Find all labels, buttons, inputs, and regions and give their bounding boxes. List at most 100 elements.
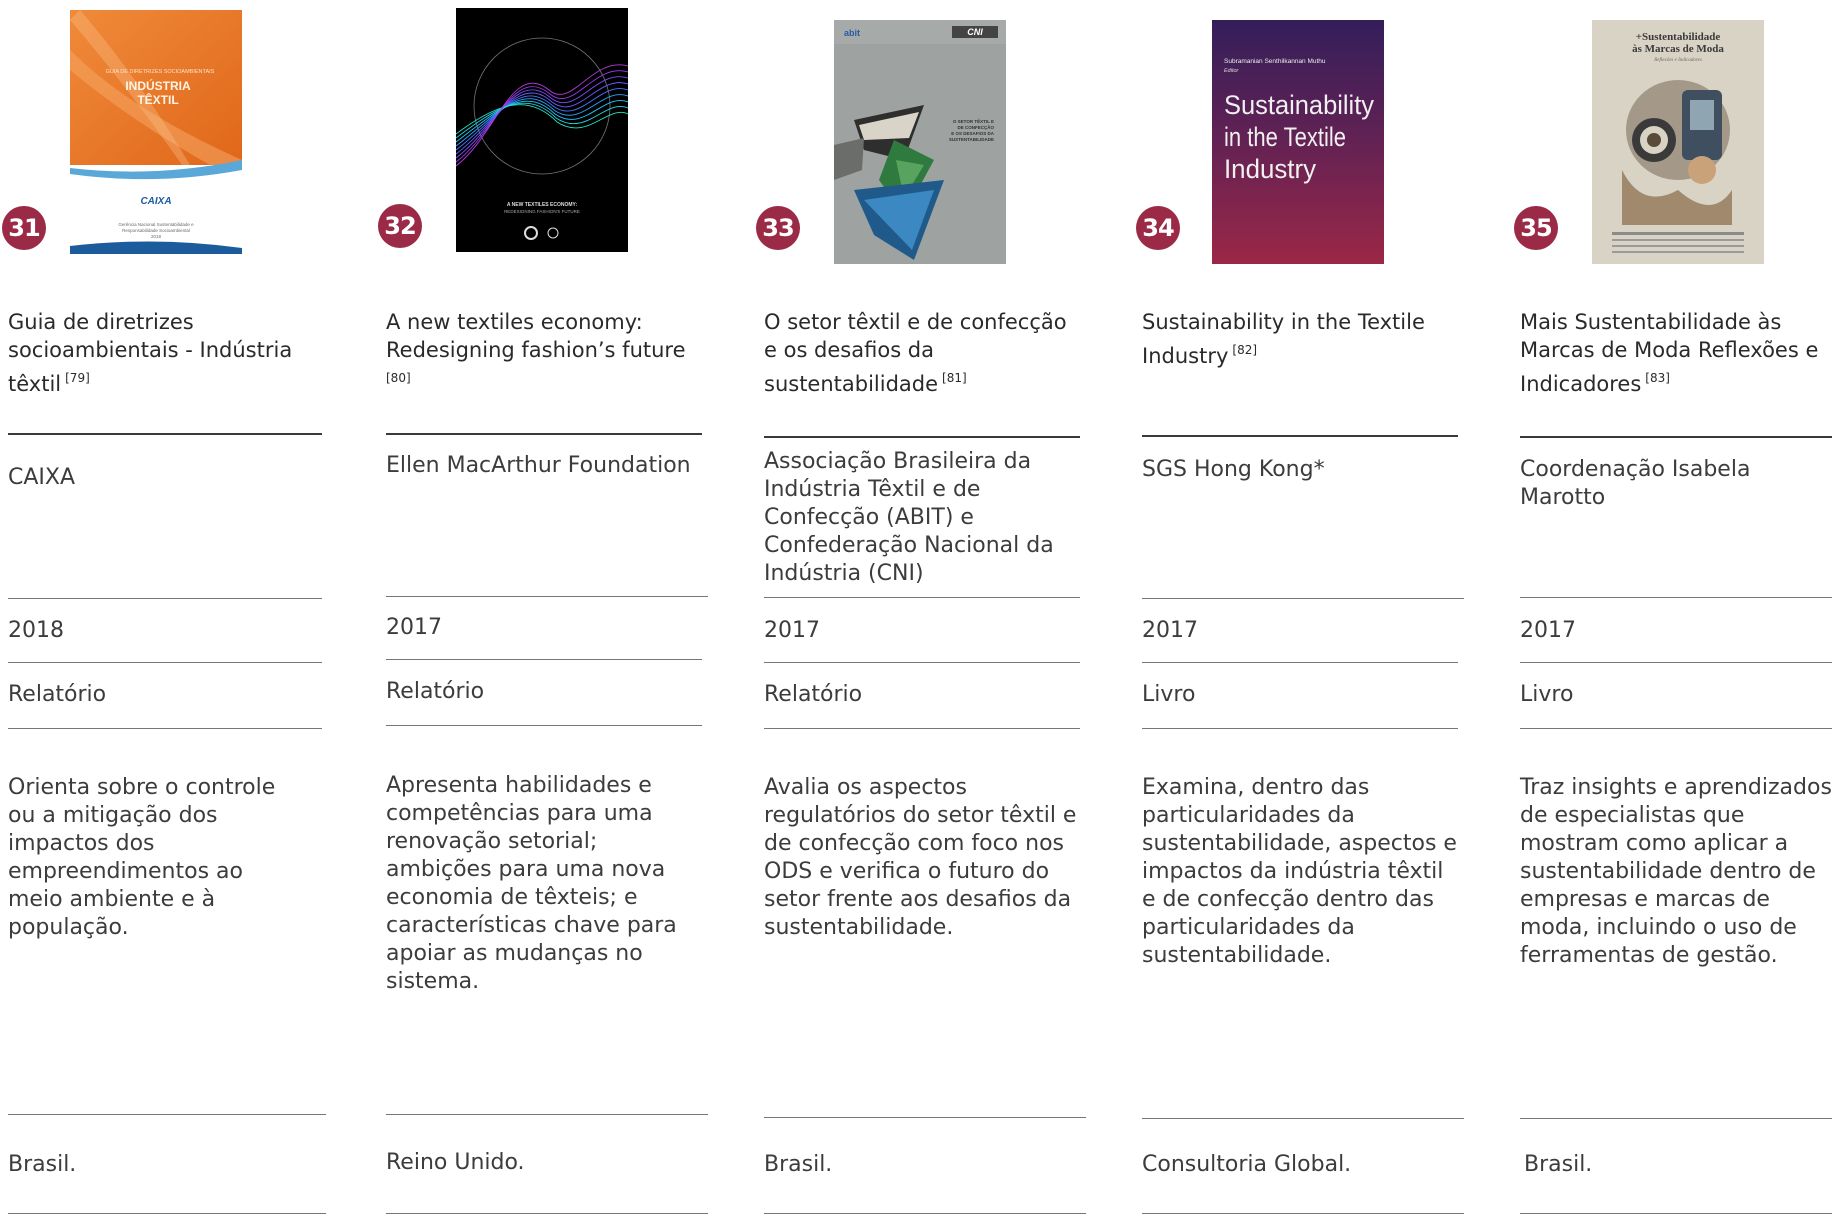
svg-text:TÊXTIL: TÊXTIL	[137, 92, 178, 107]
author: CAIXA	[8, 465, 76, 490]
book-cover-34: Subramanian Senthilkannan Muthu Editor S…	[1212, 20, 1384, 264]
svg-text:Industry: Industry	[1224, 154, 1316, 184]
divider	[764, 1213, 1086, 1214]
svg-text:O SETOR TÊXTIL E: O SETOR TÊXTIL E	[953, 117, 994, 124]
publication-title: Sustainability in the Textile Industry [8…	[1142, 308, 1452, 370]
divider	[764, 436, 1080, 438]
description: Orienta sobre o controle ou a mitigação …	[8, 775, 276, 940]
book-cover-32: A NEW TEXTILES ECONOMY: REDESIGNING FASH…	[456, 8, 628, 252]
svg-text:in the Textile: in the Textile	[1224, 122, 1346, 152]
description: Examina, dentro das particularidades da …	[1142, 775, 1457, 968]
svg-text:Reflexões e Indicadores: Reflexões e Indicadores	[1653, 58, 1702, 63]
country: Brasil.	[1524, 1152, 1593, 1177]
divider	[764, 597, 1080, 598]
divider	[8, 728, 322, 729]
svg-text:2018: 2018	[151, 234, 162, 239]
svg-text:Sustainability: Sustainability	[1224, 90, 1374, 120]
item-number-badge: 34	[1136, 206, 1180, 250]
divider	[1520, 1213, 1832, 1214]
item-number-badge: 35	[1514, 206, 1558, 250]
divider	[1142, 598, 1464, 599]
svg-text:CNI: CNI	[967, 27, 983, 37]
svg-text:DE CONFECÇÃO: DE CONFECÇÃO	[957, 124, 994, 130]
reference-number: [81]	[942, 371, 967, 385]
divider	[1520, 728, 1832, 729]
svg-text:Subramanian Senthilkannan Muth: Subramanian Senthilkannan Muthu	[1224, 58, 1326, 65]
divider	[1520, 1118, 1832, 1119]
item-number-badge: 33	[756, 206, 800, 250]
divider	[1142, 435, 1458, 437]
reference-number: [82]	[1232, 343, 1258, 357]
divider	[764, 728, 1080, 729]
publication-title: A new textiles economy: Redesigning fash…	[386, 308, 701, 398]
divider	[1520, 662, 1832, 663]
publication-column-33: abit CNI O SETOR TÊXTIL E DE CONFECÇÃO E…	[756, 0, 1086, 1216]
author: Associação Brasileira da Indústria Têxti…	[764, 449, 1054, 586]
divider	[8, 1114, 326, 1115]
svg-text:A NEW TEXTILES ECONOMY:: A NEW TEXTILES ECONOMY:	[507, 202, 578, 208]
publication-type: Relatório	[8, 682, 107, 707]
divider	[8, 1213, 326, 1214]
divider	[1520, 436, 1832, 438]
svg-text:Editor: Editor	[1224, 68, 1240, 74]
svg-text:GUIA DE DIRETRIZES SOCIOAMBIEN: GUIA DE DIRETRIZES SOCIOAMBIENTAIS	[106, 69, 215, 75]
country: Brasil.	[8, 1152, 77, 1177]
author: Coordenação Isabela Marotto	[1520, 457, 1751, 510]
publication-type: Livro	[1142, 682, 1196, 707]
divider	[386, 596, 708, 597]
description: Avalia os aspectos regulatórios do setor…	[764, 775, 1077, 940]
svg-text:CAIXA: CAIXA	[140, 196, 171, 207]
divider	[764, 1117, 1086, 1118]
divider	[1142, 728, 1458, 729]
reference-number: [80]	[386, 371, 411, 385]
divider	[386, 659, 702, 660]
item-number-badge: 32	[378, 204, 422, 248]
book-cover-33: abit CNI O SETOR TÊXTIL E DE CONFECÇÃO E…	[834, 20, 1006, 264]
divider	[1142, 1118, 1464, 1119]
title-text: Sustainability in the Textile Industry	[1142, 310, 1425, 368]
year: 2017	[386, 615, 442, 640]
divider	[1142, 662, 1458, 663]
svg-text:REDESIGNING FASHION'S FUTURE: REDESIGNING FASHION'S FUTURE	[504, 209, 580, 214]
publication-column-32: A NEW TEXTILES ECONOMY: REDESIGNING FASH…	[378, 0, 708, 1216]
divider	[764, 662, 1080, 663]
title-text: A new textiles economy: Redesigning fash…	[386, 310, 686, 362]
publication-column-31: GUIA DE DIRETRIZES SOCIOAMBIENTAIS INDÚS…	[0, 0, 326, 1216]
divider	[386, 433, 702, 435]
divider	[386, 725, 702, 726]
country: Brasil.	[764, 1152, 833, 1177]
svg-text:abit: abit	[844, 28, 860, 38]
reference-number: [83]	[1645, 371, 1670, 385]
reference-number: [79]	[65, 371, 90, 385]
svg-text:Gerência Nacional Sustentabili: Gerência Nacional Sustentabilidade e	[118, 222, 194, 227]
publication-title: Guia de diretrizes socioambientais - Ind…	[8, 308, 318, 398]
publication-title: Mais Sustentabilidade às Marcas de Moda …	[1520, 308, 1832, 398]
svg-text:+Sustentabilidade: +Sustentabilidade	[1636, 31, 1721, 43]
description: Apresenta habilidades e competências par…	[386, 773, 677, 994]
country: Reino Unido.	[386, 1150, 525, 1175]
title-text: Guia de diretrizes socioambientais - Ind…	[8, 310, 293, 396]
book-cover-31: GUIA DE DIRETRIZES SOCIOAMBIENTAIS INDÚS…	[70, 10, 242, 254]
publication-column-34: Subramanian Senthilkannan Muthu Editor S…	[1134, 0, 1464, 1216]
divider	[8, 662, 322, 663]
divider	[386, 1213, 708, 1214]
publication-type: Relatório	[764, 682, 863, 707]
publication-type: Relatório	[386, 679, 485, 704]
divider	[8, 598, 322, 599]
author: Ellen MacArthur Foundation	[386, 453, 691, 478]
author: SGS Hong Kong*	[1142, 457, 1325, 482]
divider	[1142, 1213, 1464, 1214]
publication-type: Livro	[1520, 682, 1574, 707]
year: 2018	[8, 618, 64, 643]
year: 2017	[1142, 618, 1198, 643]
book-cover-35: +Sustentabilidade às Marcas de Moda Refl…	[1592, 20, 1764, 264]
svg-text:E OS DESAFIOS DA: E OS DESAFIOS DA	[951, 131, 995, 136]
svg-text:SUSTENTABILIDADE: SUSTENTABILIDADE	[949, 137, 994, 142]
title-text: O setor têxtil e de confecção e os desaf…	[764, 310, 1067, 396]
year: 2017	[764, 618, 820, 643]
description: Traz insights e aprendizados de especial…	[1520, 775, 1832, 968]
divider	[1520, 597, 1832, 598]
year: 2017	[1520, 618, 1576, 643]
divider	[386, 1114, 708, 1115]
country: Consultoria Global.	[1142, 1152, 1352, 1177]
